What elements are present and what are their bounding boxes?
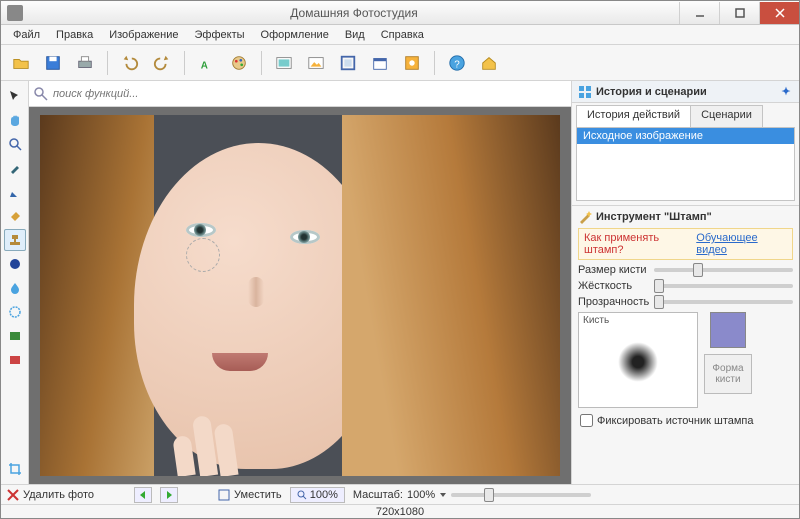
window-title: Домашняя Фотостудия xyxy=(29,6,679,20)
redo-button[interactable] xyxy=(148,49,176,77)
close-button[interactable] xyxy=(759,2,799,24)
fit-button[interactable]: Уместить xyxy=(218,489,282,501)
svg-text:?: ? xyxy=(454,59,460,70)
image1-button[interactable] xyxy=(270,49,298,77)
tip-box: Как применять штамп? Обучающее видео xyxy=(578,228,793,260)
app-icon xyxy=(7,5,23,21)
sharpen-tool[interactable] xyxy=(4,301,26,323)
bottom-bar: Удалить фото Уместить 100% Масштаб: 100% xyxy=(1,484,799,504)
search-input[interactable] xyxy=(53,88,567,100)
save-button[interactable] xyxy=(39,49,67,77)
fit-label: Уместить xyxy=(234,489,282,501)
toolbar: A ? xyxy=(1,45,799,81)
stamp-tool[interactable] xyxy=(4,229,26,251)
history-list[interactable]: Исходное изображение xyxy=(576,127,795,201)
hardness-slider[interactable] xyxy=(654,284,793,288)
frames-button[interactable] xyxy=(334,49,362,77)
brush-label: Кисть xyxy=(583,315,609,326)
pencil-tool[interactable] xyxy=(4,181,26,203)
tip-question: Как применять штамп? xyxy=(584,232,696,256)
opacity-label: Прозрачность xyxy=(578,296,648,308)
scale-label: Масштаб: xyxy=(353,489,403,501)
blur-tool[interactable] xyxy=(4,277,26,299)
zoom-100-button[interactable]: 100% xyxy=(290,487,345,503)
image-dimensions: 720x1080 xyxy=(376,506,424,518)
left-toolbox xyxy=(1,81,29,484)
delete-photo-button[interactable]: Удалить фото xyxy=(7,489,94,501)
print-button[interactable] xyxy=(71,49,99,77)
next-button[interactable] xyxy=(160,487,178,503)
status-bar: 720x1080 xyxy=(1,504,799,518)
menu-help[interactable]: Справка xyxy=(373,27,432,43)
brush-tool[interactable] xyxy=(4,157,26,179)
undo-button[interactable] xyxy=(116,49,144,77)
calendar-button[interactable] xyxy=(366,49,394,77)
zoom-tool[interactable] xyxy=(4,133,26,155)
prev-button[interactable] xyxy=(134,487,152,503)
canvas[interactable] xyxy=(29,107,571,484)
titlebar: Домашняя Фотостудия xyxy=(1,1,799,25)
history-panel-header: История и сценарии ✦ xyxy=(572,81,799,103)
cursor-tool[interactable] xyxy=(4,85,26,107)
right-panel: История и сценарии ✦ История действий Сц… xyxy=(571,81,799,484)
tutorial-link[interactable]: Обучающее видео xyxy=(696,232,787,256)
add-scenario-button[interactable]: ✦ xyxy=(779,85,793,99)
search-bar xyxy=(29,81,571,107)
menu-edit[interactable]: Правка xyxy=(48,27,101,43)
svg-text:A: A xyxy=(201,60,208,71)
search-icon xyxy=(33,86,49,102)
home-button[interactable] xyxy=(475,49,503,77)
stamp-cursor xyxy=(186,238,220,272)
maximize-button[interactable] xyxy=(719,2,759,24)
scale-value: 100% xyxy=(407,489,435,501)
history-panel-title: История и сценарии xyxy=(596,86,707,98)
palette-button[interactable] xyxy=(225,49,253,77)
dodge-tool[interactable] xyxy=(4,253,26,275)
menu-effects[interactable]: Эффекты xyxy=(187,27,253,43)
fill-tool[interactable] xyxy=(4,205,26,227)
menu-decor[interactable]: Оформление xyxy=(253,27,337,43)
tool-panel-title: Инструмент "Штамп" xyxy=(596,211,712,223)
delete-photo-label: Удалить фото xyxy=(23,489,94,501)
history-item[interactable]: Исходное изображение xyxy=(577,128,794,144)
menu-file[interactable]: Файл xyxy=(5,27,48,43)
fit-icon xyxy=(218,489,230,501)
gradient-tool[interactable] xyxy=(4,349,26,371)
rect-tool[interactable] xyxy=(4,325,26,347)
opacity-slider[interactable] xyxy=(654,300,793,304)
fix-source-checkbox[interactable] xyxy=(580,414,593,427)
text-button[interactable]: A xyxy=(193,49,221,77)
brush-preview[interactable]: Кисть xyxy=(578,312,698,408)
tab-scenarios[interactable]: Сценарии xyxy=(690,105,763,127)
color-swatch[interactable] xyxy=(710,312,746,348)
tab-history[interactable]: История действий xyxy=(576,105,691,127)
zoom-100-label: 100% xyxy=(310,489,338,501)
tool-panel-header: Инструмент "Штамп" xyxy=(578,210,793,224)
help-button[interactable]: ? xyxy=(443,49,471,77)
zoom-slider[interactable] xyxy=(451,493,591,497)
history-icon xyxy=(578,85,592,99)
delete-icon xyxy=(7,489,19,501)
size-slider[interactable] xyxy=(654,268,793,272)
effects-button[interactable] xyxy=(398,49,426,77)
menubar: Файл Правка Изображение Эффекты Оформлен… xyxy=(1,25,799,45)
wand-icon xyxy=(578,210,592,224)
minimize-button[interactable] xyxy=(679,2,719,24)
size-label: Размер кисти xyxy=(578,264,648,276)
image2-button[interactable] xyxy=(302,49,330,77)
scale-dropdown-icon[interactable] xyxy=(439,491,447,499)
menu-image[interactable]: Изображение xyxy=(101,27,186,43)
hand-tool[interactable] xyxy=(4,109,26,131)
menu-view[interactable]: Вид xyxy=(337,27,373,43)
crop-tool[interactable] xyxy=(4,458,26,480)
fix-source-label: Фиксировать источник штампа xyxy=(597,415,754,427)
brush-shape-button[interactable]: Форма кисти xyxy=(704,354,752,394)
zoom-icon xyxy=(297,490,307,500)
hardness-label: Жёсткость xyxy=(578,280,648,292)
open-button[interactable] xyxy=(7,49,35,77)
photo-image xyxy=(40,115,560,477)
